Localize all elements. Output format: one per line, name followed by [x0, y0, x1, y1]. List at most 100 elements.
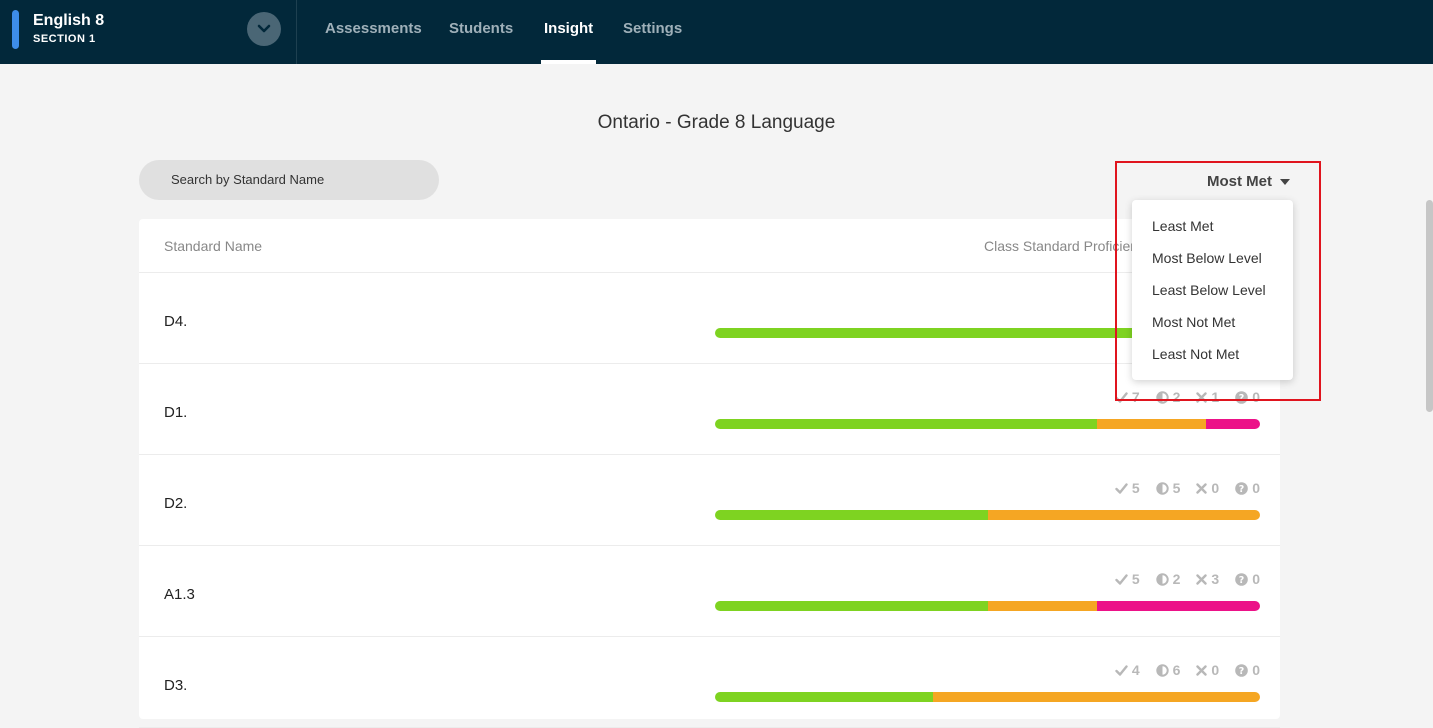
bar-segment-below-level: [933, 692, 1260, 702]
count-below: 5: [1155, 480, 1181, 496]
count-value: 0: [1211, 662, 1220, 678]
count-value: 5: [1131, 571, 1140, 587]
count-met: 7: [1115, 389, 1140, 405]
tab-settings[interactable]: Settings: [623, 0, 682, 64]
question-circle-icon: ?: [1235, 663, 1249, 677]
count-not-met: 0: [1196, 480, 1219, 496]
bar-segment-not-met: [1096, 601, 1260, 611]
sort-dropdown[interactable]: Most Met: [1207, 173, 1290, 190]
scrollbar[interactable]: [1426, 200, 1433, 412]
count-value: 2: [1172, 571, 1181, 587]
bar-segment-met: [715, 692, 933, 702]
count-value: 4: [1131, 662, 1140, 678]
tab-students[interactable]: Students: [449, 0, 513, 64]
bar-segment-below-level: [987, 510, 1260, 520]
count-value: 5: [1172, 480, 1181, 496]
proficiency-bar: [715, 692, 1260, 702]
table-row[interactable]: D2. 5 5 0? 0: [139, 455, 1280, 546]
svg-text:?: ?: [1239, 575, 1245, 586]
count-value: 3: [1211, 571, 1220, 587]
half-circle-icon: [1155, 481, 1169, 495]
count-unknown: ? 0: [1235, 389, 1260, 405]
bar-segment-below-level: [987, 601, 1097, 611]
tab-assessments[interactable]: Assessments: [325, 0, 422, 64]
x-icon: [1196, 391, 1208, 403]
sort-option-least-met[interactable]: Least Met: [1152, 218, 1213, 234]
bar-segment-met: [715, 419, 1097, 429]
standard-name: D4.: [164, 313, 188, 330]
count-value: 2: [1172, 389, 1181, 405]
proficiency-counts: 5 2 3? 0: [1115, 571, 1260, 587]
table-row[interactable]: D1. 7 2 1? 0: [139, 364, 1280, 455]
sort-option-most-below-level[interactable]: Most Below Level: [1152, 250, 1262, 266]
search-input[interactable]: Search by Standard Name: [139, 160, 439, 200]
active-tab-indicator: [541, 60, 596, 64]
count-value: 1: [1211, 389, 1220, 405]
bar-segment-not-met: [1205, 419, 1260, 429]
class-color-indicator: [12, 10, 19, 49]
table-row[interactable]: A1.3 5 2 3? 0: [139, 546, 1280, 637]
count-value: 0: [1252, 389, 1260, 405]
count-unknown: ? 0: [1235, 571, 1260, 587]
check-icon: [1115, 573, 1128, 585]
count-value: 7: [1131, 389, 1140, 405]
class-title: English 8: [33, 12, 105, 29]
proficiency-counts: 4 6 0? 0: [1115, 662, 1260, 678]
page-title: Ontario - Grade 8 Language: [597, 112, 836, 133]
check-icon: [1115, 482, 1128, 494]
count-value: 0: [1252, 571, 1260, 587]
standard-name: D3.: [164, 677, 188, 694]
count-below: 2: [1155, 389, 1181, 405]
count-not-met: 3: [1196, 571, 1219, 587]
half-circle-icon: [1155, 572, 1169, 586]
proficiency-counts: 5 5 0? 0: [1115, 480, 1260, 496]
bar-segment-below-level: [1096, 419, 1206, 429]
proficiency-bar: [715, 510, 1260, 520]
sort-selected-label: Most Met: [1207, 173, 1272, 190]
count-unknown: ? 0: [1235, 480, 1260, 496]
table-header: Standard Name Class Standard Proficiency: [139, 219, 1280, 273]
count-met: 5: [1115, 480, 1140, 496]
proficiency-counts: 7 2 1? 0: [1115, 389, 1260, 405]
svg-text:?: ?: [1239, 666, 1245, 677]
sort-menu: Least Met Most Below Level Least Below L…: [1132, 200, 1293, 380]
standard-name: D2.: [164, 495, 188, 512]
question-circle-icon: ?: [1235, 572, 1249, 586]
proficiency-bar: [715, 601, 1260, 611]
sort-option-least-below-level[interactable]: Least Below Level: [1152, 282, 1266, 298]
question-circle-icon: ?: [1235, 390, 1249, 404]
class-switch-button[interactable]: [247, 12, 281, 46]
bar-segment-met: [715, 510, 988, 520]
check-icon: [1115, 664, 1128, 676]
count-value: 0: [1252, 480, 1260, 496]
class-selector[interactable]: English 8 SECTION 1: [0, 0, 297, 64]
table-row[interactable]: D4.8: [139, 273, 1280, 364]
x-icon: [1196, 573, 1208, 585]
column-header-standard-name: Standard Name: [164, 238, 263, 254]
svg-text:?: ?: [1239, 393, 1245, 404]
standard-name: D1.: [164, 404, 188, 421]
caret-down-icon: [1280, 178, 1290, 185]
count-unknown: ? 0: [1235, 662, 1260, 678]
x-icon: [1196, 482, 1208, 494]
count-not-met: 0: [1196, 662, 1219, 678]
half-circle-icon: [1155, 663, 1169, 677]
table-row[interactable]: D3. 4 6 0? 0: [139, 637, 1280, 728]
svg-text:?: ?: [1239, 484, 1245, 495]
sort-option-least-not-met[interactable]: Least Not Met: [1152, 346, 1239, 362]
bar-segment-met: [715, 601, 988, 611]
sort-option-most-not-met[interactable]: Most Not Met: [1152, 314, 1235, 330]
count-below: 6: [1155, 662, 1180, 678]
class-section: SECTION 1: [33, 33, 96, 45]
count-below: 2: [1155, 571, 1181, 587]
standards-table: Standard Name Class Standard Proficiency…: [139, 219, 1280, 728]
tab-insight[interactable]: Insight: [544, 0, 593, 64]
count-value: 5: [1131, 480, 1140, 496]
x-icon: [1196, 664, 1208, 676]
check-icon: [1115, 391, 1128, 403]
count-value: 0: [1252, 662, 1260, 678]
question-circle-icon: ?: [1235, 481, 1249, 495]
count-met: 4: [1115, 662, 1140, 678]
chevron-down-icon: [257, 24, 271, 33]
top-navigation-bar: English 8 SECTION 1 Assessments Students…: [0, 0, 1433, 64]
